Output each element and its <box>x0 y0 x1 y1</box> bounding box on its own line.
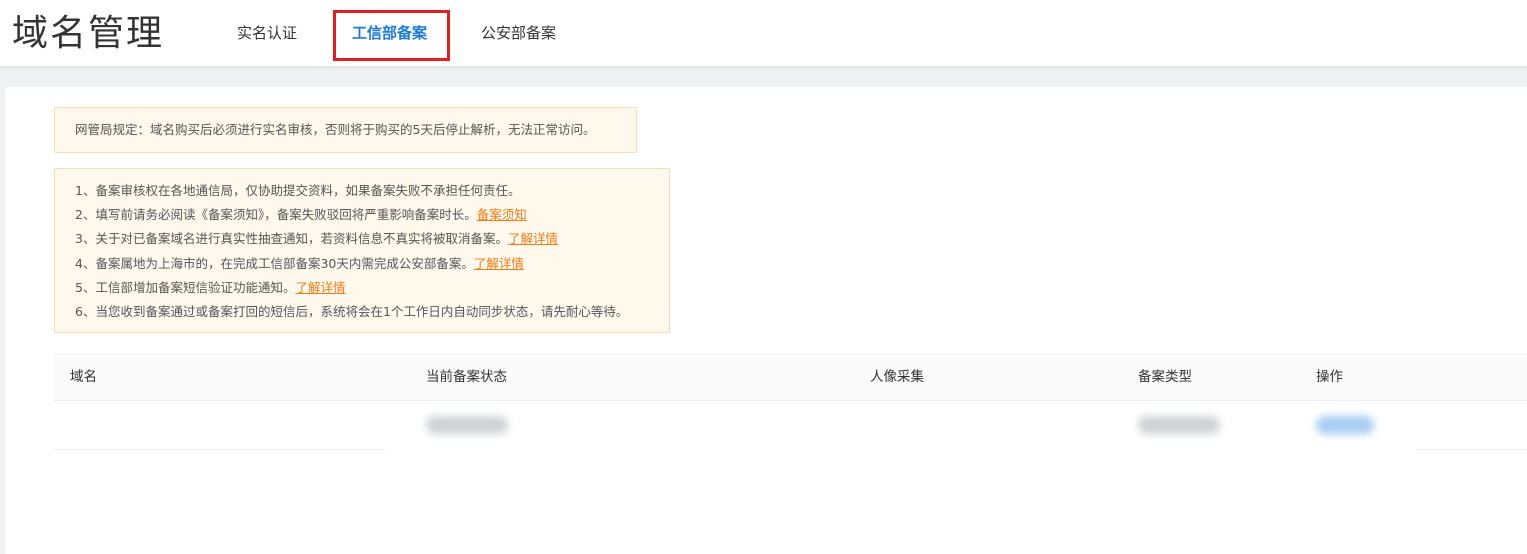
tip-item: 5、工信部增加备案短信验证功能通知。了解详情 <box>75 276 649 300</box>
learn-more-link[interactable]: 了解详情 <box>508 231 558 246</box>
filing-tips: 1、备案审核权在各地通信局，仅协助提交资料，如果备案失败不承担任何责任。 2、填… <box>54 168 670 333</box>
tab-real-name-verification[interactable]: 实名认证 <box>237 0 297 67</box>
tip-text: 5、工信部增加备案短信验证功能通知。 <box>75 279 296 295</box>
main-content: 网管局规定：域名购买后必须进行实名审核，否则将于购买的5天后停止解析，无法正常访… <box>5 87 1527 554</box>
tab-police-filing[interactable]: 公安部备案 <box>481 0 556 67</box>
tip-item: 2、填写前请务必阅读《备案须知》，备案失败驳回将严重影响备案时长。备案须知 <box>75 203 649 227</box>
tip-text: 3、关于对已备案域名进行真实性抽查通知，若资料信息不真实将被取消备案。 <box>75 231 508 247</box>
tip-item: 1、备案审核权在各地通信局，仅协助提交资料，如果备案失败不承担任何责任。 <box>75 179 649 203</box>
tip-text: 4、备案属地为上海市的，在完成工信部备案30天内需完成公安部备案。 <box>75 255 474 271</box>
table-header: 域名 当前备案状态 人像采集 备案类型 操作 <box>54 353 1527 401</box>
tip-text: 1、备案审核权在各地通信局，仅协助提交资料，如果备案失败不承担任何责任。 <box>75 183 521 198</box>
column-header-status: 当前备案状态 <box>426 369 507 385</box>
redacted-filing-type <box>1138 416 1220 434</box>
tip-text: 6、当您收到备案通过或备案打回的短信后，系统将会在1个工作日内自动同步状态，请先… <box>75 303 629 319</box>
tab-miit-filing[interactable]: 工信部备案 <box>352 0 427 67</box>
learn-more-link[interactable]: 了解详情 <box>295 280 345 295</box>
redacted-action-link[interactable] <box>1316 416 1374 434</box>
tip-item: 6、当您收到备案通过或备案打回的短信后，系统将会在1个工作日内自动同步状态，请先… <box>75 300 649 324</box>
column-header-domain: 域名 <box>70 369 97 385</box>
domain-filing-table: 域名 当前备案状态 人像采集 备案类型 操作 <box>54 353 1527 453</box>
page-title: 域名管理 <box>12 13 165 54</box>
column-header-filing-type: 备案类型 <box>1138 369 1192 385</box>
tip-item: 4、备案属地为上海市的，在完成工信部备案30天内需完成公安部备案。了解详情 <box>75 252 649 276</box>
row-divider-gap <box>385 447 1416 453</box>
regulation-notice-text: 网管局规定：域名购买后必须进行实名审核，否则将于购买的5天后停止解析，无法正常访… <box>75 122 596 137</box>
table-row <box>54 401 1527 453</box>
header: 域名管理 实名认证 工信部备案 公安部备案 <box>0 0 1527 67</box>
column-header-actions: 操作 <box>1316 369 1343 385</box>
regulation-notice: 网管局规定：域名购买后必须进行实名审核，否则将于购买的5天后停止解析，无法正常访… <box>54 107 637 153</box>
redacted-status <box>426 416 508 434</box>
tip-text: 2、填写前请务必阅读《备案须知》，备案失败驳回将严重影响备案时长。 <box>75 207 477 223</box>
column-header-face-capture: 人像采集 <box>870 369 924 385</box>
tip-item: 3、关于对已备案域名进行真实性抽查通知，若资料信息不真实将被取消备案。了解详情 <box>75 227 649 251</box>
filing-notice-link[interactable]: 备案须知 <box>477 207 527 222</box>
learn-more-link[interactable]: 了解详情 <box>474 256 524 271</box>
